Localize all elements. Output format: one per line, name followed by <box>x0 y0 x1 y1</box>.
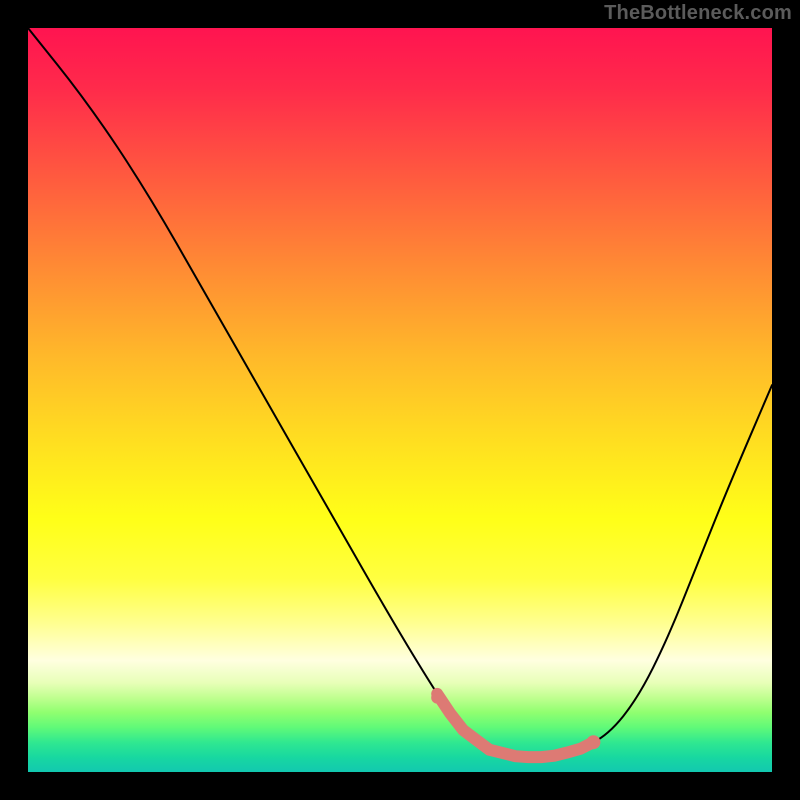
plot-area <box>28 28 772 772</box>
curve-svg <box>28 28 772 772</box>
trough-dot-right <box>586 735 600 749</box>
watermark-text: TheBottleneck.com <box>604 2 792 25</box>
trough-highlight <box>437 694 593 757</box>
chart-stage: TheBottleneck.com <box>0 0 800 800</box>
bottleneck-curve <box>28 28 772 757</box>
trough-dot-left <box>431 692 443 704</box>
